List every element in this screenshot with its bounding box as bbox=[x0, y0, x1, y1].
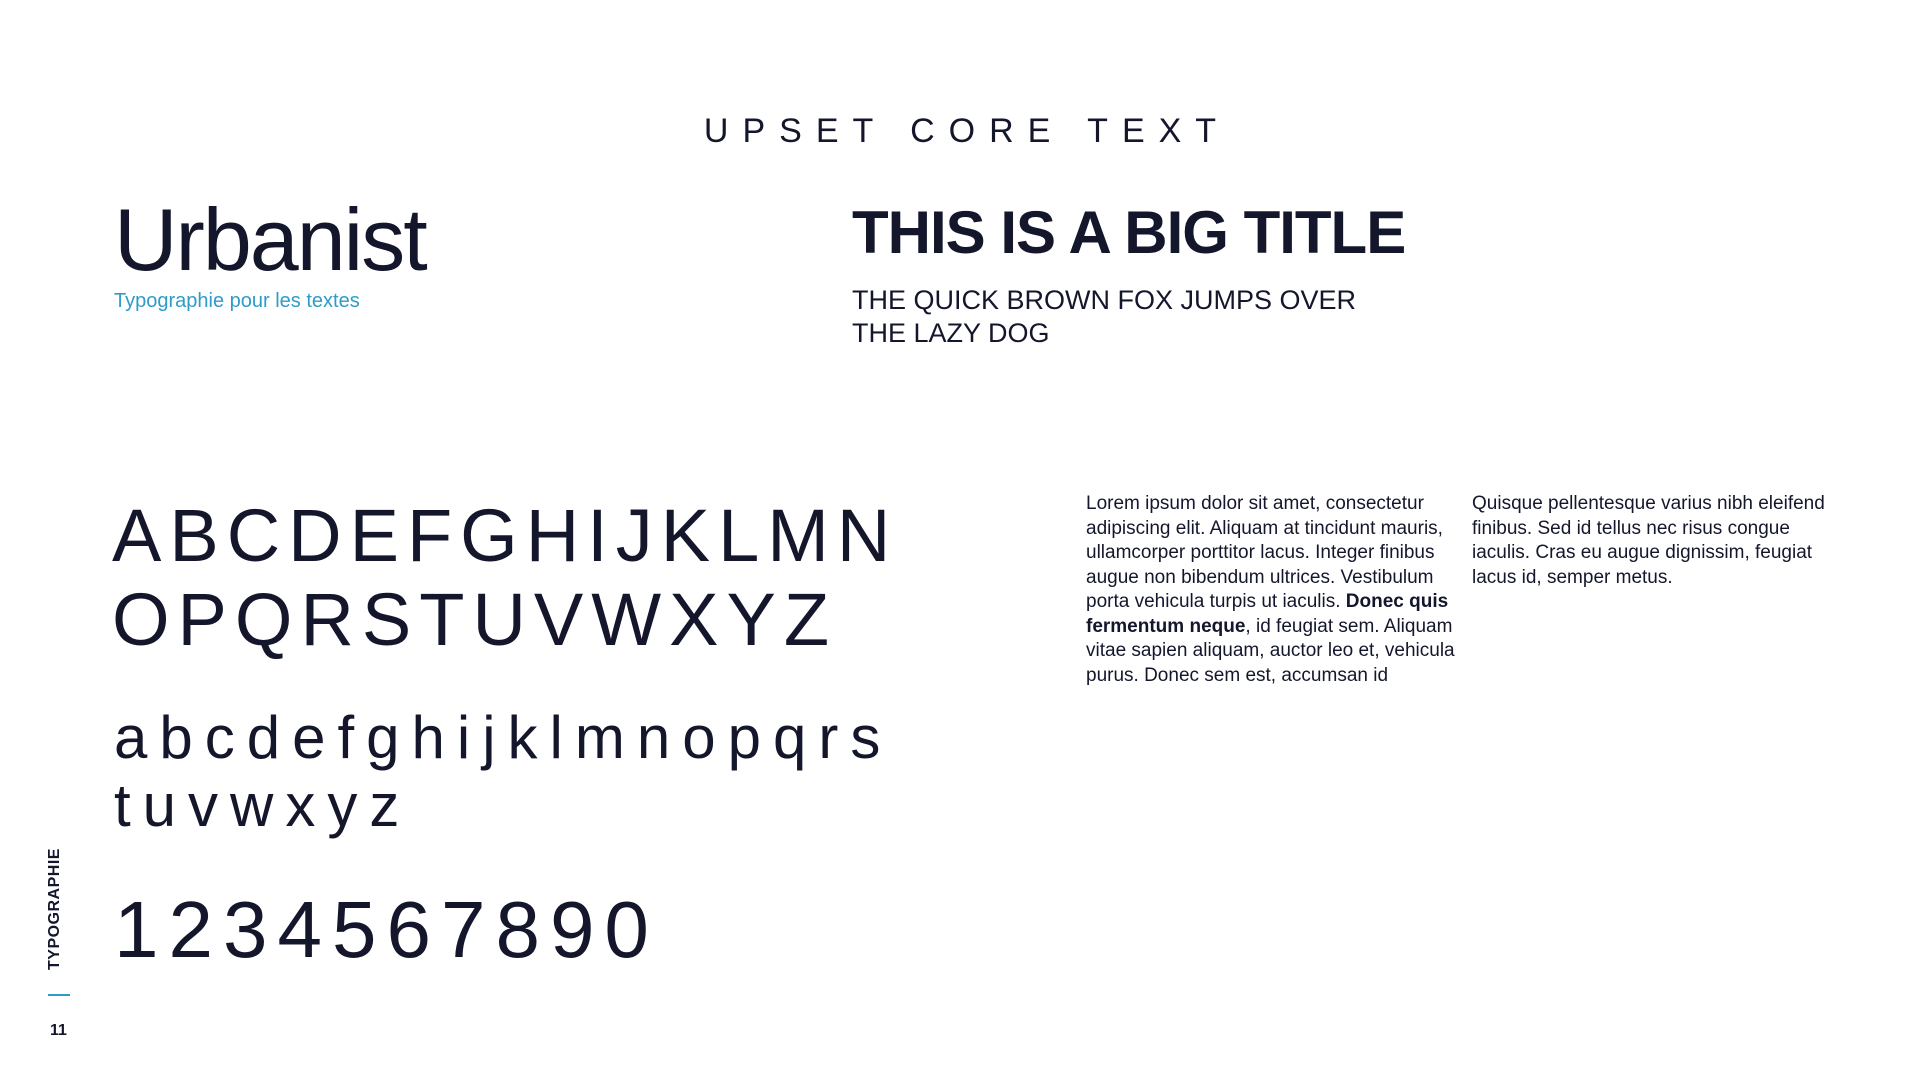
lowercase-alphabet-line-2: tuvwxyz bbox=[114, 772, 412, 839]
section-label-vertical: TYPOGRAPHIE bbox=[46, 848, 63, 970]
page-number: 11 bbox=[50, 1022, 67, 1039]
lowercase-alphabet-line-1: abcdefghijklmnopqrs bbox=[114, 704, 893, 771]
sample-subtitle: THE QUICK BROWN FOX JUMPS OVER THE LAZY … bbox=[852, 285, 1357, 348]
uppercase-alphabet-line-1: ABCDEFGHIJKLMN bbox=[112, 494, 899, 577]
body-text-column-1: Lorem ipsum dolor sit amet, consectetur … bbox=[1086, 492, 1458, 688]
uppercase-alphabet-line-2: OPQRSTUVWXYZ bbox=[112, 578, 838, 661]
font-description: Typographie pour les textes bbox=[114, 290, 360, 312]
accent-divider bbox=[48, 994, 70, 996]
font-name-heading: Urbanist bbox=[114, 190, 428, 289]
digits-sample: 1234567890 bbox=[114, 885, 659, 974]
sample-big-title: THIS IS A BIG TITLE bbox=[852, 199, 1406, 266]
body-text-column-2: Quisque pellentesque varius nibh eleifen… bbox=[1472, 493, 1825, 588]
page-header-title: UPSET CORE TEXT bbox=[703, 112, 1231, 150]
